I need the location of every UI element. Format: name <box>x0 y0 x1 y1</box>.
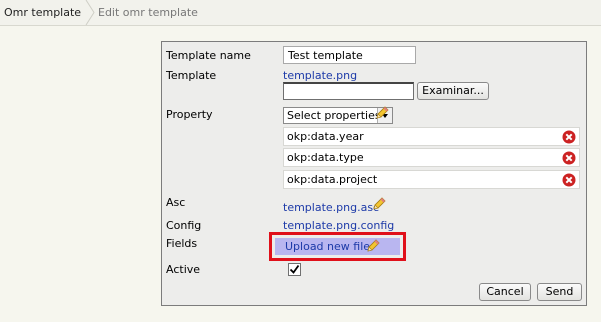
send-button[interactable]: Send <box>537 283 582 301</box>
edit-pencil-icon[interactable] <box>374 105 390 121</box>
upload-new-file-label: Upload new file <box>285 240 371 253</box>
check-icon <box>289 264 300 274</box>
breadcrumb-separator-icon <box>85 0 95 25</box>
config-file-link[interactable]: template.png.config <box>283 219 394 232</box>
remove-property-icon[interactable] <box>562 173 576 187</box>
edit-pencil-icon[interactable] <box>365 238 381 254</box>
browse-button[interactable]: Examinar... <box>417 82 489 100</box>
active-label: Active <box>166 263 201 276</box>
property-name: okp:data.type <box>287 151 364 164</box>
template-name-input[interactable]: Test template <box>283 46 416 64</box>
asc-label: Asc <box>166 196 186 209</box>
breadcrumb-edit-omr-template: Edit omr template <box>98 6 198 19</box>
template-file-link[interactable]: template.png <box>283 69 357 82</box>
config-label: Config <box>166 219 202 232</box>
property-row: okp:data.project <box>283 170 580 189</box>
property-name: okp:data.year <box>287 130 364 143</box>
property-row: okp:data.year <box>283 127 580 146</box>
upload-new-file-link[interactable]: Upload new file <box>275 238 400 255</box>
property-label: Property <box>166 108 213 121</box>
property-select-value: Select properties <box>287 109 381 122</box>
property-name: okp:data.project <box>287 173 378 186</box>
breadcrumb-omr-template[interactable]: Omr template <box>4 0 81 25</box>
cancel-button[interactable]: Cancel <box>479 283 531 301</box>
edit-pencil-icon[interactable] <box>371 196 387 212</box>
upload-highlight: Upload new file <box>269 232 406 261</box>
property-row: okp:data.type <box>283 148 580 167</box>
template-label: Template <box>166 69 217 82</box>
template-name-label: Template name <box>166 49 251 62</box>
breadcrumb: Omr template Edit omr template <box>0 0 601 26</box>
remove-property-icon[interactable] <box>562 151 576 165</box>
active-checkbox[interactable] <box>288 263 301 276</box>
remove-property-icon[interactable] <box>562 130 576 144</box>
template-file-input[interactable] <box>283 82 414 100</box>
asc-file-link[interactable]: template.png.asc <box>283 201 379 214</box>
edit-template-form: Template name Test template Template tem… <box>161 41 587 306</box>
fields-label: Fields <box>166 237 198 250</box>
